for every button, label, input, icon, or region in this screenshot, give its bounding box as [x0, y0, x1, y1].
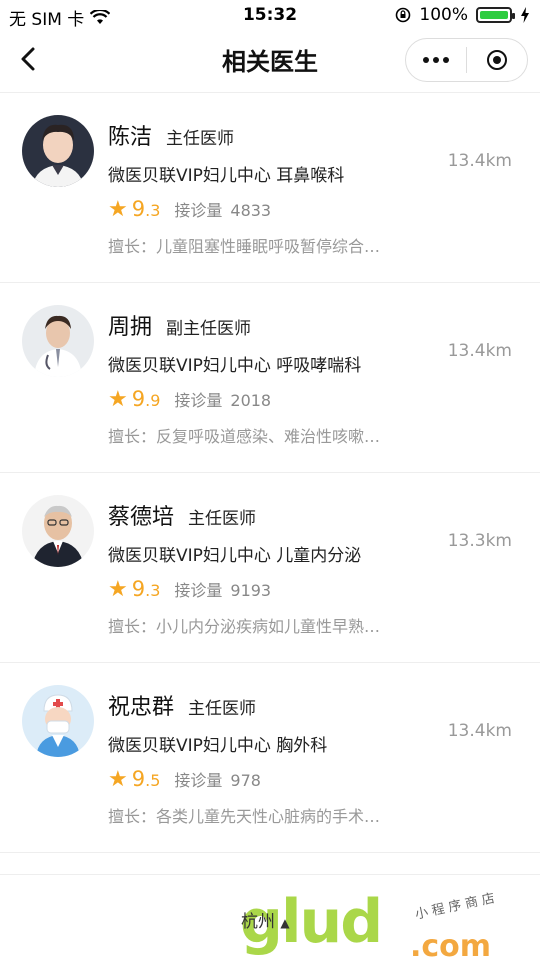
doctor-name: 陈洁: [108, 125, 153, 150]
doctor-distance: 13.4km: [447, 721, 512, 741]
rotation-lock-icon: [396, 7, 411, 23]
doctor-card[interactable]: 蔡德培 主任医师 微医贝联VIP妇儿中心 儿童内分泌 13.3km ★ 9.3 …: [0, 473, 540, 663]
consult-count: 9193: [230, 581, 272, 600]
consult-count: 978: [230, 771, 261, 790]
watermark-domain: .com: [410, 929, 492, 964]
star-icon: ★: [108, 577, 128, 602]
charging-icon: [521, 7, 529, 23]
doctor-distance: 13.4km: [447, 341, 512, 361]
battery-icon: [476, 7, 515, 23]
doctor-title: 副主任医师: [166, 319, 252, 339]
consult-count-label: 接诊量: [174, 581, 223, 600]
doctor-title: 主任医师: [188, 699, 257, 719]
miniprogram-capsule: [405, 38, 528, 82]
doctor-rating: 9.3: [131, 577, 161, 601]
doctor-name: 周拥: [108, 315, 153, 340]
doctor-department: 微医贝联VIP妇儿中心 儿童内分泌: [108, 546, 362, 566]
doctor-rating: 9.5: [131, 767, 161, 791]
doctor-specialty: 擅长：各类儿童先天性心脏病的手术…: [108, 807, 381, 826]
bottom-bar: glud 小程序商店 .com 杭州 ▲: [0, 874, 540, 964]
city-selector[interactable]: 杭州 ▲: [241, 907, 290, 932]
doctor-rating: 9.3: [131, 197, 161, 221]
consult-count: 2018: [230, 391, 272, 410]
doctor-avatar: [22, 685, 94, 757]
doctor-card[interactable]: 祝忠群 主任医师 微医贝联VIP妇儿中心 胸外科 13.4km ★ 9.5 接诊…: [0, 663, 540, 853]
city-label: 杭州: [241, 912, 275, 932]
doctor-rating: 9.9: [131, 387, 161, 411]
doctor-name: 祝忠群: [108, 695, 175, 720]
consult-count-label: 接诊量: [174, 201, 223, 220]
star-icon: ★: [108, 387, 128, 412]
doctor-specialty: 擅长：儿童阻塞性睡眠呼吸暂停综合…: [108, 237, 381, 256]
status-bar: 无 SIM 卡 15:32 100%: [0, 0, 540, 30]
doctor-list: 陈洁 主任医师 微医贝联VIP妇儿中心 耳鼻喉科 13.4km ★ 9.3 接诊…: [0, 92, 540, 883]
doctor-department: 微医贝联VIP妇儿中心 耳鼻喉科: [108, 166, 345, 186]
doctor-name: 蔡德培: [108, 505, 175, 530]
battery-percent: 100%: [419, 5, 468, 25]
doctor-card[interactable]: 陈洁 主任医师 微医贝联VIP妇儿中心 耳鼻喉科 13.4km ★ 9.3 接诊…: [0, 93, 540, 283]
doctor-avatar: [22, 115, 94, 187]
doctor-distance: 13.3km: [447, 531, 512, 551]
consult-count-label: 接诊量: [174, 771, 223, 790]
doctor-card[interactable]: 周拥 副主任医师 微医贝联VIP妇儿中心 呼吸哮喘科 13.4km ★ 9.9 …: [0, 283, 540, 473]
consult-count: 4833: [230, 201, 272, 220]
target-circle-icon: [487, 50, 507, 70]
doctor-specialty: 擅长：反复呼吸道感染、难治性咳嗽…: [108, 427, 381, 446]
consult-count-label: 接诊量: [174, 391, 223, 410]
star-icon: ★: [108, 197, 128, 222]
doctor-department: 微医贝联VIP妇儿中心 呼吸哮喘科: [108, 356, 362, 376]
more-dots-icon: [423, 57, 449, 63]
more-button[interactable]: [406, 39, 466, 81]
navigation-bar: 相关医生: [0, 30, 540, 92]
doctor-title: 主任医师: [166, 129, 235, 149]
caret-up-icon: ▲: [280, 916, 290, 930]
doctor-title: 主任医师: [188, 509, 257, 529]
watermark-slogan: 小程序商店: [413, 890, 501, 923]
doctor-department: 微医贝联VIP妇儿中心 胸外科: [108, 736, 328, 756]
close-button[interactable]: [467, 39, 527, 81]
doctor-avatar: [22, 495, 94, 567]
star-icon: ★: [108, 767, 128, 792]
doctor-distance: 13.4km: [447, 151, 512, 171]
doctor-specialty: 擅长：小儿内分泌疾病如儿童性早熟…: [108, 617, 381, 636]
doctor-avatar: [22, 305, 94, 377]
